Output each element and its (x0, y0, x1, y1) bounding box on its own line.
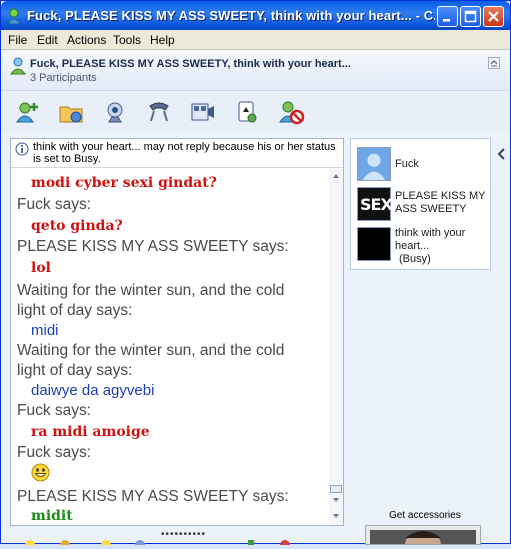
toolbar (1, 92, 510, 132)
title-bar[interactable]: Fuck, PLEASE KISS MY ASS SWEETY, think w… (1, 1, 510, 31)
menu-actions[interactable]: Actions (67, 33, 106, 47)
sender-line: light of day says: (17, 362, 133, 379)
menu-help[interactable]: Help (150, 33, 175, 47)
scroll-down-icon[interactable] (331, 511, 341, 521)
scroll-thumb[interactable] (330, 485, 342, 493)
sender-line: Waiting for the winter sun, and the cold (17, 342, 285, 359)
message-body: midi (31, 322, 59, 339)
info-icon (15, 142, 29, 156)
participants-panel: Fuck SEX PLEASE KISS MY ASS SWEETY think… (350, 138, 491, 270)
menu-file[interactable]: File (8, 33, 27, 47)
smiley-icon (31, 463, 50, 482)
busy-status-message: think with your heart... may not reply b… (33, 141, 336, 165)
sender-line: PLEASE KISS MY ASS SWEETY says: (17, 488, 289, 505)
menu-edit[interactable]: Edit (37, 33, 58, 47)
conversation-header: Fuck, PLEASE KISS MY ASS SWEETY, think w… (1, 51, 510, 91)
history-scrollbar[interactable] (329, 169, 343, 525)
collapse-panel-icon[interactable] (496, 144, 508, 164)
minimize-icon (443, 19, 450, 22)
call-icon[interactable] (145, 98, 173, 126)
message-body: ra midi amoige (31, 424, 150, 440)
block-icon[interactable] (277, 98, 305, 126)
message-list: modi cyber sexi gindat? Fuck says: qeto … (11, 169, 329, 525)
scroll-down-small-icon[interactable] (331, 495, 341, 505)
sender-line: Fuck says: (17, 402, 92, 419)
message-body: daiwye da agyvebi (31, 382, 155, 399)
invite-contact-icon[interactable] (13, 98, 41, 126)
send-files-icon[interactable] (57, 98, 85, 126)
sex-avatar: SEX (357, 187, 393, 221)
get-accessories-link[interactable]: Get accessories (389, 510, 461, 521)
message-body: modi cyber sexi gindat? (31, 175, 217, 191)
participant-name: think with your heart... (395, 227, 466, 252)
sender-line: Fuck says: (17, 196, 92, 213)
conversation-history[interactable]: think with your heart... may not reply b… (10, 138, 344, 526)
participant-status: (Busy) (399, 253, 431, 265)
status-info-bar: think with your heart... may not reply b… (11, 139, 343, 168)
close-icon (488, 11, 499, 22)
message-body: midit (31, 508, 73, 524)
sender-line: Fuck says: (17, 444, 92, 461)
participant-name: Fuck (395, 158, 419, 170)
sender-line: PLEASE KISS MY ASS SWEETY says: (17, 238, 289, 255)
default-user-avatar (357, 147, 391, 181)
close-button[interactable] (483, 6, 504, 27)
menu-tools[interactable]: Tools (113, 33, 141, 47)
minimize-button[interactable] (437, 6, 458, 27)
participant-name: PLEASE KISS MY ASS SWEETY (395, 190, 486, 215)
message-body: qeto ginda? (31, 218, 123, 234)
contact-icon (10, 57, 26, 75)
message-body: lol (31, 260, 51, 276)
display-picture-preview[interactable] (365, 525, 481, 549)
conversation-title: Fuck, PLEASE KISS MY ASS SWEETY, think w… (30, 58, 351, 70)
sender-line: light of day says: (17, 302, 133, 319)
video-icon[interactable] (189, 98, 217, 126)
maximize-icon (464, 10, 477, 23)
collapse-header-icon[interactable] (488, 57, 500, 69)
messenger-icon (7, 8, 21, 25)
own-avatar-image (370, 530, 476, 549)
scroll-up-icon[interactable] (331, 171, 341, 181)
participants-count: 3 Participants (30, 72, 97, 84)
black-avatar (357, 227, 391, 261)
participant-item[interactable]: Fuck (357, 147, 487, 183)
webcam-icon[interactable] (101, 98, 129, 126)
menu-bar: File Edit Actions Tools Help (1, 30, 510, 50)
window-title: Fuck, PLEASE KISS MY ASS SWEETY, think w… (27, 8, 435, 23)
games-icon[interactable] (233, 98, 261, 126)
maximize-button[interactable] (460, 6, 481, 27)
participant-item[interactable]: think with your heart... (Busy) (357, 227, 487, 267)
chat-window: Fuck, PLEASE KISS MY ASS SWEETY, think w… (0, 0, 511, 549)
participant-item[interactable]: SEX PLEASE KISS MY ASS SWEETY (357, 187, 487, 223)
sender-line: Waiting for the winter sun, and the cold (17, 282, 285, 299)
